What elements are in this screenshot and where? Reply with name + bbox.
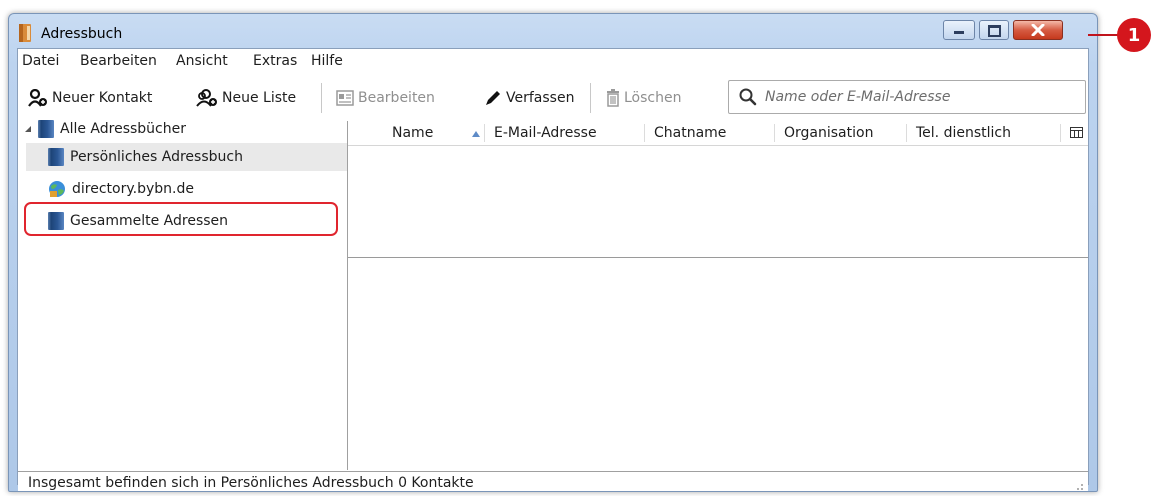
delete-button[interactable]: Löschen — [606, 87, 681, 109]
tree-item-label: Persönliches Adressbuch — [70, 149, 243, 165]
book-icon — [48, 148, 64, 166]
add-contact-icon — [28, 89, 47, 107]
collapse-triangle-icon[interactable] — [24, 125, 32, 133]
menu-extras[interactable]: Extras — [253, 53, 297, 69]
minimize-icon — [954, 31, 964, 34]
close-button[interactable] — [1013, 20, 1063, 40]
edit-card-icon — [336, 90, 354, 106]
close-icon — [1031, 24, 1045, 36]
tree-item-directory-bybn[interactable]: directory.bybn.de — [48, 175, 194, 203]
maximize-icon — [988, 25, 1001, 37]
highlight-frame — [24, 202, 338, 236]
column-picker-icon[interactable] — [1070, 127, 1084, 139]
toolbar: Neuer Kontakt Neue Liste Bearbeiten Verf… — [18, 73, 1088, 121]
status-text: Insgesamt befinden sich in Persönliches … — [28, 475, 474, 491]
new-contact-button[interactable]: Neuer Kontakt — [28, 87, 152, 109]
column-phone-work[interactable]: Tel. dienstlich — [916, 125, 1011, 141]
trash-icon — [607, 89, 619, 107]
search-icon — [739, 88, 757, 106]
compose-button[interactable]: Verfassen — [484, 87, 574, 109]
menu-ansicht[interactable]: Ansicht — [176, 53, 228, 69]
title-bar: Adressbuch — [9, 14, 1097, 48]
new-list-label: Neue Liste — [222, 90, 297, 106]
sort-ascending-icon — [472, 131, 480, 137]
column-separator[interactable] — [644, 124, 645, 142]
menu-hilfe[interactable]: Hilfe — [311, 53, 343, 69]
resize-grip-icon[interactable] — [1074, 481, 1084, 491]
search-placeholder: Name oder E-Mail-Adresse — [765, 89, 951, 105]
column-separator[interactable] — [906, 124, 907, 142]
menu-bearbeiten[interactable]: Bearbeiten — [80, 53, 157, 69]
new-contact-label: Neuer Kontakt — [52, 90, 153, 106]
book-icon — [38, 120, 54, 138]
tree-item-personal-address-book[interactable]: Persönliches Adressbuch — [26, 143, 347, 171]
column-separator[interactable] — [1060, 124, 1061, 142]
client-area: Datei Bearbeiten Ansicht Extras Hilfe Ne… — [17, 48, 1089, 491]
menu-datei[interactable]: Datei — [22, 53, 59, 69]
callout-badge: 1 — [1117, 18, 1151, 52]
status-bar: Insgesamt befinden sich in Persönliches … — [18, 471, 1088, 491]
pencil-icon — [486, 91, 500, 105]
compose-label: Verfassen — [506, 90, 575, 106]
column-organisation[interactable]: Organisation — [784, 125, 873, 141]
column-separator[interactable] — [774, 124, 775, 142]
delete-label: Löschen — [624, 90, 682, 106]
edit-label: Bearbeiten — [358, 90, 435, 106]
globe-icon — [49, 181, 65, 197]
window-title: Adressbuch — [41, 26, 123, 42]
add-list-icon — [196, 89, 217, 107]
toolbar-separator-2 — [590, 83, 591, 113]
address-book-window: Adressbuch Datei Bearbeiten Ansicht Extr… — [8, 13, 1098, 492]
address-book-app-icon — [19, 24, 31, 42]
contacts-pane: Name E-Mail-Adresse Chatname Organisatio… — [348, 121, 1088, 470]
column-chatname[interactable]: Chatname — [654, 125, 726, 141]
address-book-tree: Alle Adressbücher Persönliches Adressbuc… — [18, 120, 348, 470]
menu-bar: Datei Bearbeiten Ansicht Extras Hilfe — [18, 49, 1088, 73]
column-email[interactable]: E-Mail-Adresse — [494, 125, 597, 141]
toolbar-separator — [321, 83, 322, 113]
search-input[interactable]: Name oder E-Mail-Adresse — [728, 80, 1086, 114]
pane-splitter[interactable] — [348, 257, 1088, 258]
column-name[interactable]: Name — [392, 125, 433, 141]
callout-pointer-line — [1088, 34, 1118, 36]
tree-item-label: directory.bybn.de — [72, 181, 194, 197]
minimize-button[interactable] — [943, 20, 975, 40]
new-list-button[interactable]: Neue Liste — [196, 87, 296, 109]
tree-root-label: Alle Adressbücher — [60, 121, 186, 137]
column-header-row: Name E-Mail-Adresse Chatname Organisatio… — [348, 121, 1088, 146]
maximize-button[interactable] — [979, 20, 1009, 40]
edit-button[interactable]: Bearbeiten — [336, 87, 435, 109]
tree-root-all-address-books[interactable]: Alle Adressbücher — [24, 115, 186, 143]
column-separator[interactable] — [484, 124, 485, 142]
